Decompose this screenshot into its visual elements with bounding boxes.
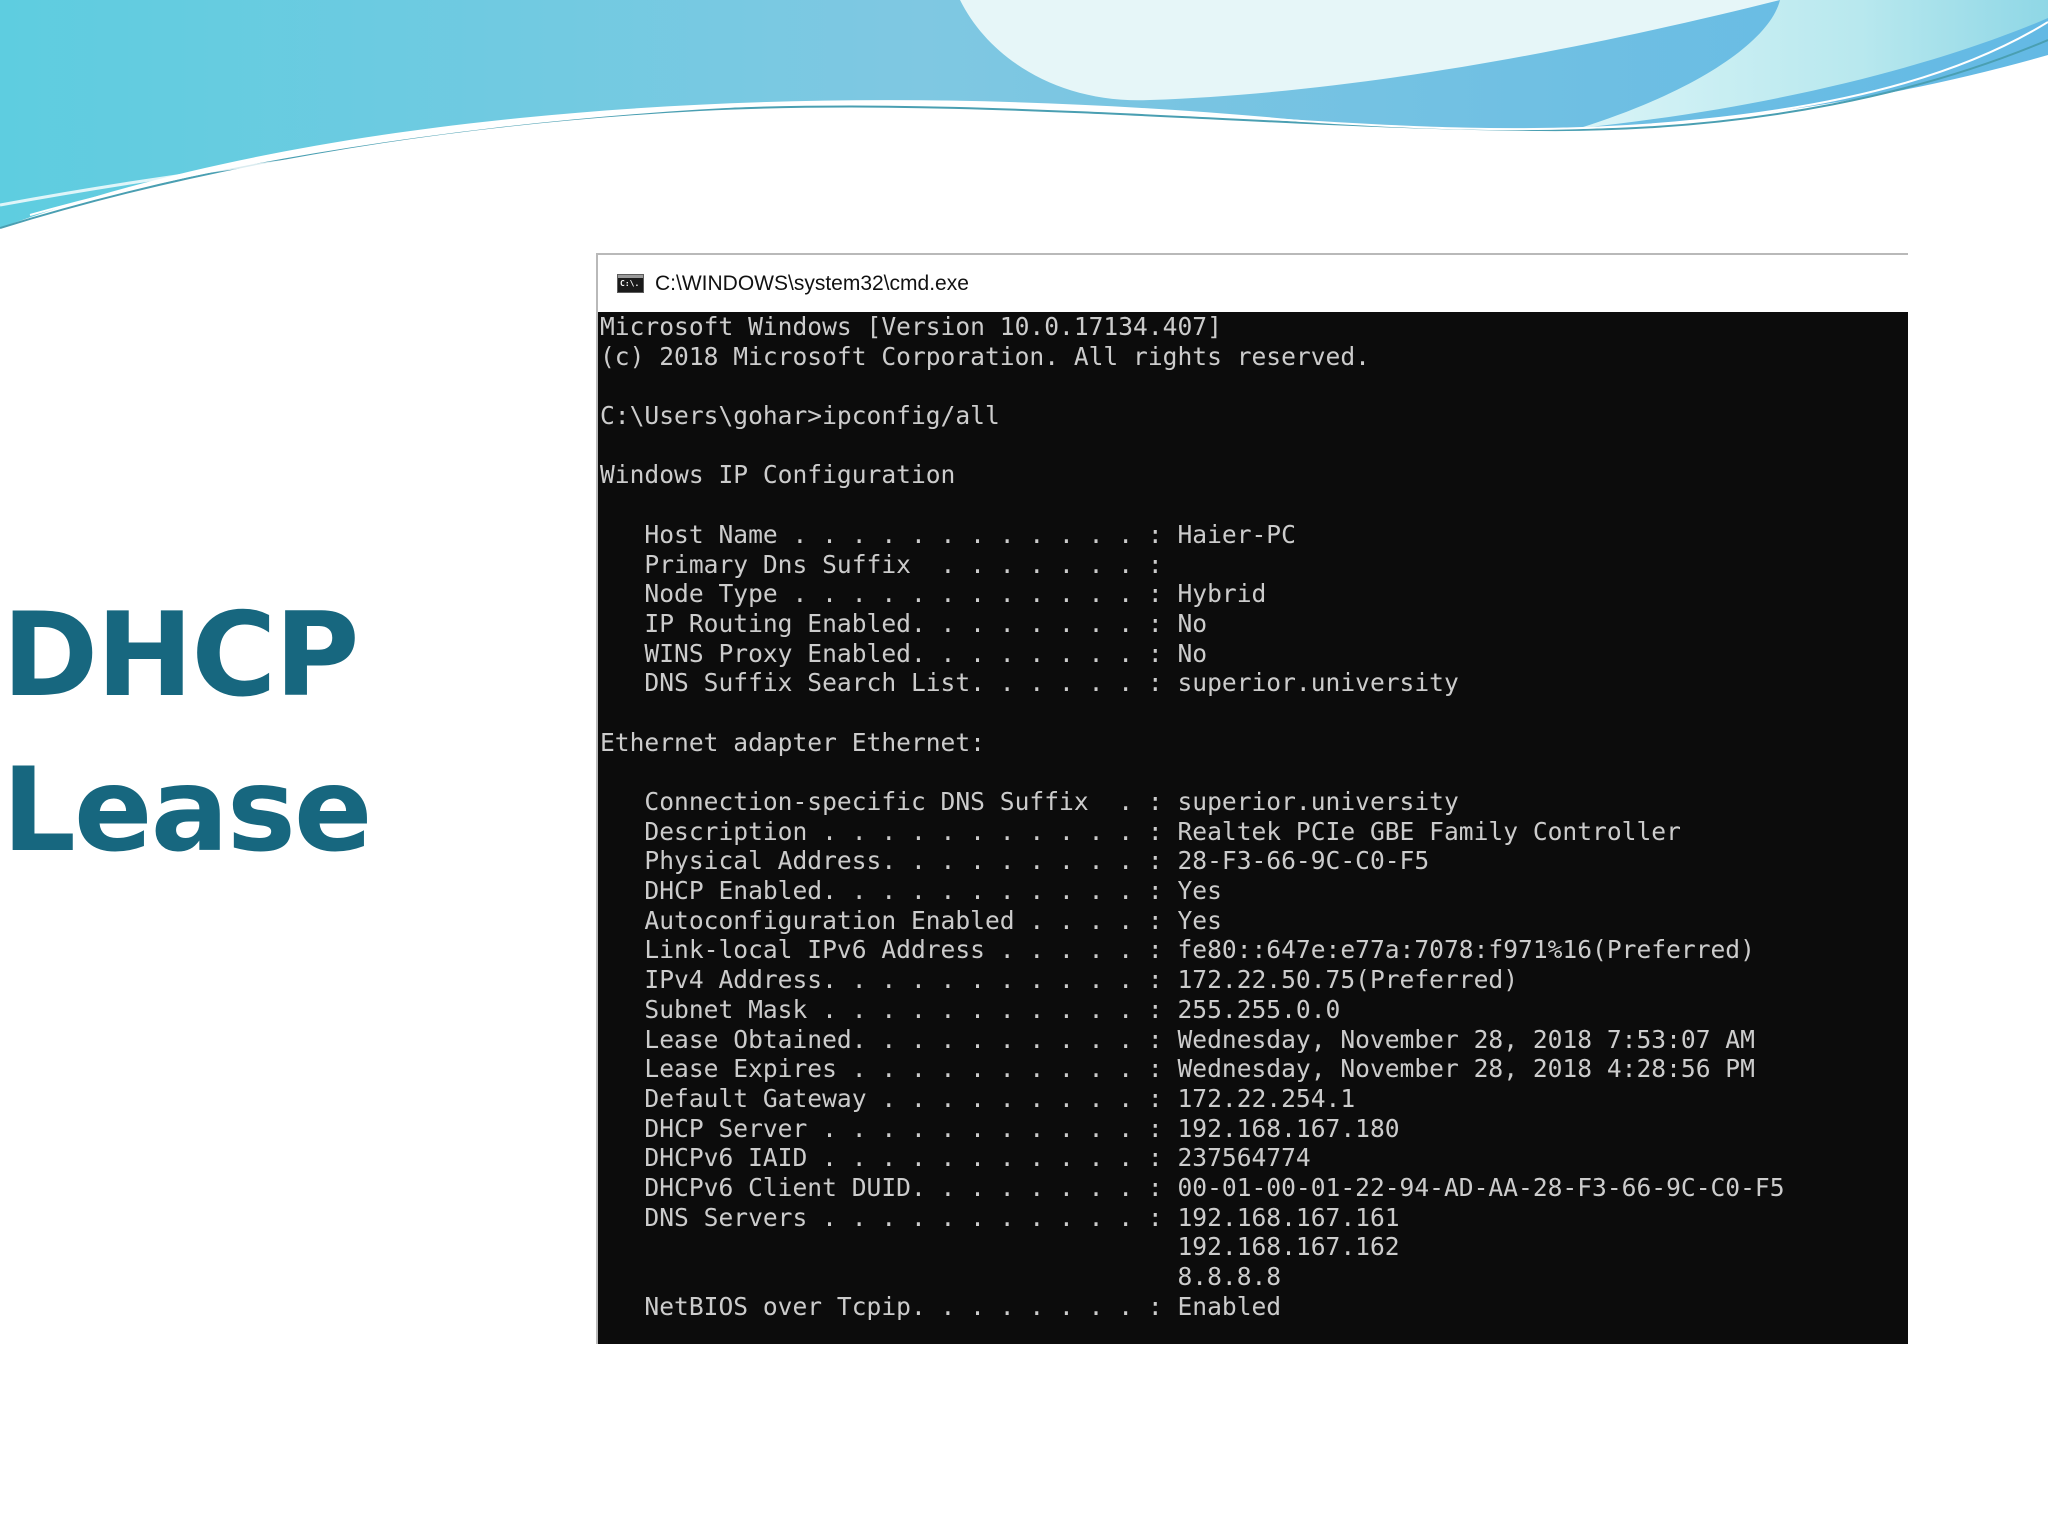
window-titlebar[interactable]: C:\. C:\WINDOWS\system32\cmd.exe xyxy=(598,255,1908,312)
cmd-window[interactable]: C:\. C:\WINDOWS\system32\cmd.exe Microso… xyxy=(596,253,1908,1344)
console-line: Physical Address. . . . . . . . . : 28-F… xyxy=(600,846,1430,876)
console-line: DHCP Server . . . . . . . . . . . : 192.… xyxy=(600,1113,1400,1143)
console-line: C:\Users\gohar>ipconfig/all xyxy=(600,401,1000,431)
console-line: Lease Obtained. . . . . . . . . . : Wedn… xyxy=(600,1024,1755,1054)
cmd-icon-glyph: C:\. xyxy=(620,279,640,288)
console-line: Microsoft Windows [Version 10.0.17134.40… xyxy=(600,312,1222,341)
console-line: Windows IP Configuration xyxy=(600,460,956,490)
console-line: IPv4 Address. . . . . . . . . . . : 172.… xyxy=(600,965,1519,995)
console-line: (c) 2018 Microsoft Corporation. All righ… xyxy=(600,341,1370,371)
console-line: DHCPv6 IAID . . . . . . . . . . . : 2375… xyxy=(600,1143,1311,1173)
console-line: Default Gateway . . . . . . . . . : 172.… xyxy=(600,1083,1356,1113)
console-line: Lease Expires . . . . . . . . . . : Wedn… xyxy=(600,1054,1755,1084)
window-title: C:\WINDOWS\system32\cmd.exe xyxy=(655,271,969,295)
console-line: 192.168.167.162 xyxy=(600,1232,1400,1262)
console-line: DNS Suffix Search List. . . . . . : supe… xyxy=(600,668,1459,698)
console-line: IP Routing Enabled. . . . . . . . : No xyxy=(600,608,1208,638)
console-line: Ethernet adapter Ethernet: xyxy=(600,727,985,757)
console-line: DHCPv6 Client DUID. . . . . . . . : 00-0… xyxy=(600,1172,1785,1202)
console-line: Autoconfiguration Enabled . . . . : Yes xyxy=(600,905,1222,935)
slide-title-line-2: Lease xyxy=(2,743,373,878)
slide-title: DHCP Lease xyxy=(2,578,542,888)
cmd-icon[interactable]: C:\. xyxy=(617,274,644,293)
console-line: Node Type . . . . . . . . . . . . : Hybr… xyxy=(600,579,1267,609)
console-line: 8.8.8.8 xyxy=(600,1262,1282,1291)
console-line: DHCP Enabled. . . . . . . . . . . : Yes xyxy=(600,876,1222,906)
console-line: Primary Dns Suffix . . . . . . . : xyxy=(600,549,1163,579)
console-line: Connection-specific DNS Suffix . : super… xyxy=(600,787,1459,816)
console-line: Description . . . . . . . . . . . : Real… xyxy=(600,816,1681,846)
console-line: NetBIOS over Tcpip. . . . . . . . : Enab… xyxy=(600,1291,1282,1321)
console-line: DNS Servers . . . . . . . . . . . : 192.… xyxy=(600,1202,1400,1232)
console-output[interactable]: Microsoft Windows [Version 10.0.17134.40… xyxy=(598,312,1908,1344)
console-line: Link-local IPv6 Address . . . . . : fe80… xyxy=(600,935,1755,965)
slide-title-line-1: DHCP xyxy=(2,588,360,723)
console-line: Subnet Mask . . . . . . . . . . . : 255.… xyxy=(600,994,1341,1024)
console-line: Host Name . . . . . . . . . . . . : Haie… xyxy=(600,519,1296,549)
console-line: WINS Proxy Enabled. . . . . . . . : No xyxy=(600,638,1208,668)
wave-header-decoration xyxy=(0,0,2048,229)
